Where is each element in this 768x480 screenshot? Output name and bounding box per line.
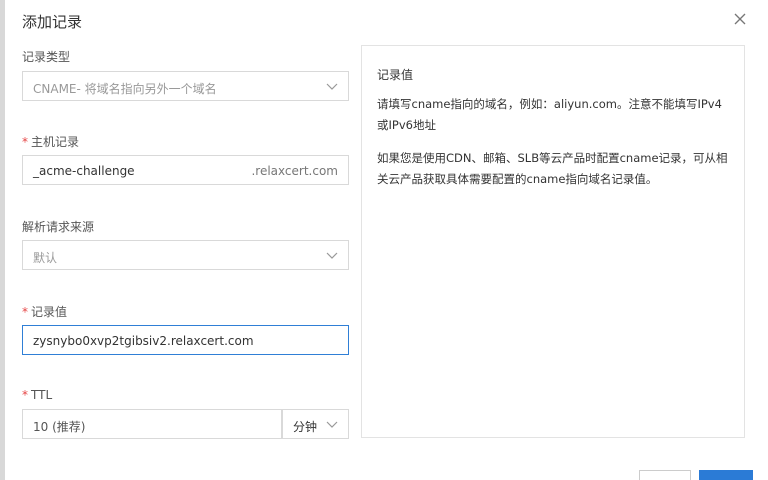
ttl-unit-select[interactable]: 分钟 bbox=[282, 409, 349, 439]
required-mark: * bbox=[22, 305, 28, 319]
host-record-label: * 主机记录 bbox=[22, 133, 79, 150]
host-record-input[interactable]: _acme-challenge .relaxcert.com bbox=[22, 155, 349, 185]
record-type-label: 记录类型 bbox=[22, 48, 70, 65]
required-mark: * bbox=[22, 135, 28, 149]
ttl-unit-value: 分钟 bbox=[293, 420, 318, 434]
help-title: 记录值 bbox=[377, 68, 414, 82]
required-mark: * bbox=[22, 388, 28, 402]
ttl-input[interactable]: 10 (推荐) bbox=[22, 409, 282, 439]
add-record-dialog: 添加记录 记录类型 CNAME- 将域名指向另外一个域名 * 主机记录 _acme… bbox=[0, 0, 768, 480]
resolve-source-label: 解析请求来源 bbox=[22, 218, 94, 235]
cancel-button[interactable] bbox=[639, 470, 691, 480]
help-panel: 记录值 请填写cname指向的域名，例如：aliyun.com。注意不能填写IP… bbox=[361, 45, 745, 438]
resolve-source-label-text: 解析请求来源 bbox=[22, 220, 95, 234]
ttl-label: * TTL bbox=[22, 388, 52, 402]
resolve-source-select[interactable]: 默认 bbox=[22, 240, 349, 270]
record-type-value: CNAME- 将域名指向另外一个域名 bbox=[33, 82, 217, 96]
record-value-label: * 记录值 bbox=[22, 303, 67, 320]
host-record-suffix: .relaxcert.com bbox=[251, 164, 338, 178]
host-record-label-text: 主机记录 bbox=[31, 135, 80, 149]
record-value-input[interactable]: zysnybo0xvp2tgibsiv2.relaxcert.com bbox=[22, 325, 349, 355]
host-record-value: _acme-challenge bbox=[33, 164, 135, 178]
chevron-down-icon bbox=[326, 421, 338, 428]
chevron-down-icon bbox=[326, 83, 338, 90]
ttl-value: 10 (推荐) bbox=[33, 420, 86, 434]
chevron-down-icon bbox=[326, 252, 338, 259]
close-icon[interactable] bbox=[732, 11, 748, 27]
confirm-button[interactable] bbox=[699, 470, 753, 480]
ttl-label-text: TTL bbox=[31, 388, 53, 402]
background-overlay-edge bbox=[0, 0, 5, 480]
dialog-title: 添加记录 bbox=[22, 13, 83, 31]
resolve-source-value: 默认 bbox=[33, 251, 58, 265]
record-value-value: zysnybo0xvp2tgibsiv2.relaxcert.com bbox=[33, 334, 254, 348]
help-paragraph-2: 如果您是使用CDN、邮箱、SLB等云产品时配置cname记录，可从相关云产品获取… bbox=[377, 151, 728, 186]
record-type-select[interactable]: CNAME- 将域名指向另外一个域名 bbox=[22, 71, 349, 101]
help-paragraph-1: 请填写cname指向的域名，例如：aliyun.com。注意不能填写IPv4或I… bbox=[377, 97, 722, 132]
record-value-label-text: 记录值 bbox=[31, 305, 68, 319]
record-type-label-text: 记录类型 bbox=[22, 50, 71, 64]
